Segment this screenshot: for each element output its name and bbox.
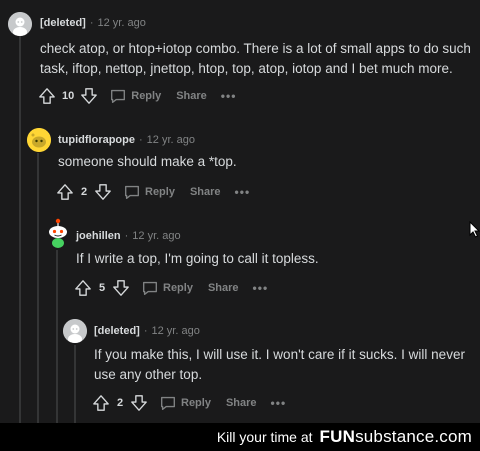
upvote-button[interactable] [91, 393, 111, 413]
comment-actions: 2 Reply Share ••• [91, 393, 286, 413]
reply-button[interactable]: Reply [109, 87, 161, 105]
more-options-icon[interactable]: ••• [235, 185, 251, 199]
upvote-arrow-icon [75, 280, 91, 296]
reply-button[interactable]: Reply [123, 183, 175, 201]
downvote-arrow-icon [81, 88, 98, 104]
downvote-arrow-icon [95, 184, 111, 200]
chat-bubble-icon [111, 89, 126, 103]
snoo-avatar-icon[interactable] [45, 218, 71, 248]
vote-score: 2 [116, 397, 124, 409]
comment-body: check atop, or htop+iotop combo. There i… [40, 41, 471, 76]
more-options-icon[interactable]: ••• [253, 281, 269, 295]
thread-line-1-cont[interactable] [19, 116, 21, 423]
username[interactable]: [deleted] [40, 17, 86, 29]
timestamp[interactable]: 12 yr. ago [132, 230, 180, 242]
upvote-arrow-icon [57, 184, 73, 200]
downvote-button[interactable] [129, 393, 149, 413]
downvote-button[interactable] [79, 86, 99, 106]
footer-text: Kill your time at [216, 429, 313, 445]
thread-line-2[interactable] [37, 153, 39, 423]
upvote-button[interactable] [55, 182, 75, 202]
comment-meta: [deleted] · 12 yr. ago [40, 17, 146, 29]
upvote-button[interactable] [73, 278, 93, 298]
deleted-avatar-icon[interactable] [63, 319, 87, 343]
share-button[interactable]: Share [208, 282, 239, 294]
funsubstance-logo: FUNsubstance.com [319, 427, 472, 446]
comment-meta: joehillen · 12 yr. ago [76, 230, 181, 242]
watermark-footer: Kill your time at FUNsubstance.com [0, 423, 480, 451]
comment-body: If I write a top, I'm going to call it t… [76, 251, 319, 266]
chat-bubble-icon [161, 396, 175, 410]
downvote-button[interactable] [93, 182, 113, 202]
comment-actions: 10 Reply Share ••• [37, 86, 236, 106]
thread-line-1[interactable] [19, 36, 21, 116]
downvote-arrow-icon [131, 395, 147, 411]
chat-bubble-icon [143, 281, 157, 295]
chat-bubble-icon [125, 185, 139, 199]
username[interactable]: [deleted] [94, 325, 140, 337]
comment-body: someone should make a *top. [58, 154, 237, 169]
timestamp[interactable]: 12 yr. ago [147, 134, 195, 146]
share-button[interactable]: Share [190, 186, 221, 198]
reply-button[interactable]: Reply [141, 279, 193, 297]
more-options-icon[interactable]: ••• [221, 89, 237, 103]
share-button[interactable]: Share [176, 90, 207, 102]
upvote-arrow-icon [39, 88, 55, 104]
username[interactable]: tupidflorapope [58, 134, 135, 146]
upvote-button[interactable] [37, 86, 57, 106]
timestamp[interactable]: 12 yr. ago [98, 17, 146, 29]
vote-score: 2 [80, 186, 88, 198]
downvote-button[interactable] [111, 278, 131, 298]
comment-meta: tupidflorapope · 12 yr. ago [58, 134, 195, 146]
comment-meta: [deleted] · 12 yr. ago [94, 325, 200, 337]
comment-actions: 2 Reply Share ••• [55, 182, 250, 202]
mouse-cursor-icon [469, 220, 480, 243]
vote-score: 10 [62, 90, 75, 102]
yellow-snoo-avatar-icon[interactable] [27, 128, 51, 152]
thread-line-4[interactable] [74, 345, 76, 423]
more-options-icon[interactable]: ••• [271, 396, 287, 410]
upvote-arrow-icon [93, 395, 109, 411]
comment-actions: 5 Reply Share ••• [73, 278, 268, 298]
comment-body: If you make this, I will use it. I won't… [94, 347, 465, 382]
username[interactable]: joehillen [76, 230, 121, 242]
share-button[interactable]: Share [226, 397, 257, 409]
thread-line-3[interactable] [56, 250, 58, 423]
reply-button[interactable]: Reply [159, 394, 211, 412]
vote-score: 5 [98, 282, 106, 294]
downvote-arrow-icon [113, 280, 129, 296]
timestamp[interactable]: 12 yr. ago [152, 325, 200, 337]
deleted-avatar-icon[interactable] [8, 12, 32, 36]
